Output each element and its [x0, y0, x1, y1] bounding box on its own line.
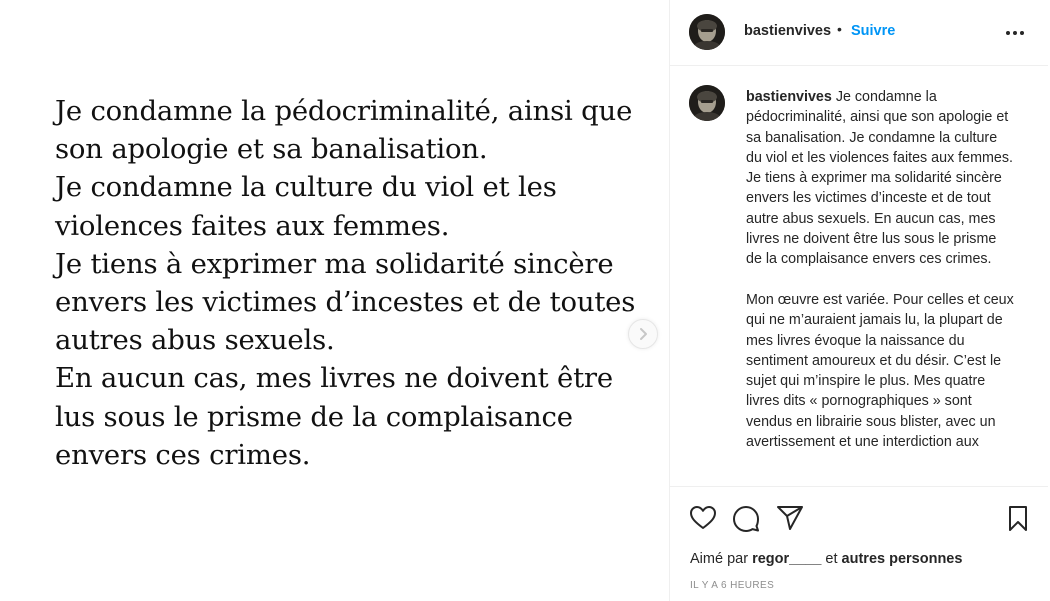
more-options-button[interactable]: [1003, 23, 1027, 43]
share-button[interactable]: [776, 504, 804, 532]
next-slide-button[interactable]: [628, 319, 658, 349]
instagram-post: Je condamne la pédocriminalité, ainsi qu…: [0, 0, 1050, 601]
caption: bastienvives Je condamne la pédocriminal…: [746, 87, 1014, 473]
post-side-panel: bastienvives • Suivre bastienvives Je co…: [669, 0, 1048, 601]
image-text-line: envers les victimes d’incestes et de tou…: [55, 286, 636, 319]
liker-username[interactable]: regor____: [752, 551, 821, 567]
post-actions: Aimé par regor____ et autres personnes I…: [670, 486, 1048, 601]
header-separator: •: [837, 21, 842, 37]
like-button[interactable]: [689, 504, 717, 532]
caption-username[interactable]: bastienvives: [746, 89, 832, 105]
post-header: bastienvives • Suivre: [670, 0, 1048, 66]
comment-button[interactable]: [732, 504, 760, 532]
likes-conjunction: et: [825, 551, 838, 567]
image-text: Je condamne la pédocriminalité, ainsi qu…: [55, 92, 655, 474]
header-username[interactable]: bastienvives: [744, 23, 831, 39]
likes-summary: Aimé par regor____ et autres personnes: [690, 551, 962, 567]
comment-icon: [733, 506, 759, 532]
likes-prefix: Aimé par: [690, 551, 749, 567]
post-timestamp[interactable]: IL Y A 6 HEURES: [690, 580, 774, 591]
avatar[interactable]: [689, 85, 725, 121]
image-text-line: Je tiens à exprimer ma solidarité sincèr…: [55, 247, 614, 280]
image-text-line: lus sous le prisme de la complaisance: [55, 400, 573, 433]
likes-others-link[interactable]: autres personnes: [842, 551, 963, 567]
image-text-line: Je condamne la culture du viol et les: [55, 171, 557, 204]
caption-text: Je condamne la pédocriminalité, ainsi qu…: [746, 89, 1013, 268]
caption-text: Mon œuvre est variée. Pour celles et ceu…: [746, 291, 1014, 451]
post-image[interactable]: Je condamne la pédocriminalité, ainsi qu…: [0, 0, 670, 601]
chevron-right-icon: [640, 328, 647, 340]
image-text-line: son apologie et sa banalisation.: [55, 133, 488, 166]
avatar[interactable]: [689, 14, 725, 50]
share-icon: [777, 506, 803, 530]
more-options-icon: [1006, 31, 1024, 35]
image-text-line: violences faites aux femmes.: [55, 209, 450, 242]
image-text-line: Je condamne la pédocriminalité, ainsi qu…: [55, 95, 633, 127]
avatar-image: [689, 14, 725, 50]
caption-area[interactable]: bastienvives Je condamne la pédocriminal…: [670, 67, 1048, 486]
avatar-image: [689, 85, 725, 121]
heart-icon: [690, 506, 716, 529]
save-button[interactable]: [1004, 504, 1032, 532]
image-text-line: En aucun cas, mes livres ne doivent être: [55, 362, 613, 395]
image-text-line: envers ces crimes.: [55, 438, 311, 471]
image-text-line: autres abus sexuels.: [55, 324, 335, 357]
follow-button[interactable]: Suivre: [851, 23, 895, 39]
bookmark-icon: [1009, 506, 1027, 531]
